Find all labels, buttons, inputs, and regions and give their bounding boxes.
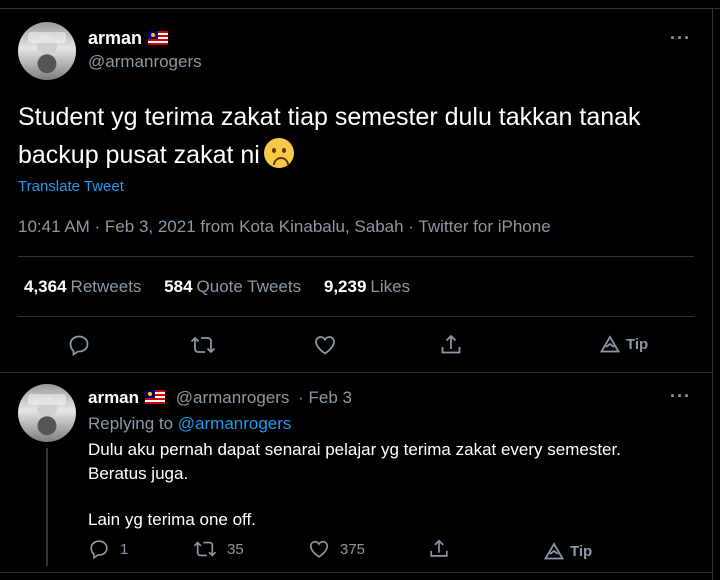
replying-to: Replying to @armanrogers [88,414,291,434]
author-name[interactable]: arman [88,28,169,49]
author-name-text[interactable]: arman [88,28,142,48]
quote-tweets-label: Quote Tweets [196,277,302,296]
reply-icon [69,335,89,357]
like-icon [315,336,335,355]
thread-line [46,448,48,566]
more-options-button[interactable]: ··· [670,28,691,49]
share-button[interactable] [439,333,463,357]
reply-more-options-button[interactable]: ··· [670,386,691,407]
retweet-icon [193,541,217,557]
top-border [0,8,720,9]
tip-button[interactable]: Tip [600,335,648,353]
reply-retweet-button[interactable]: 35 [193,538,244,560]
reply-tip-button[interactable]: Tip [544,542,592,560]
translate-tweet-link[interactable]: Translate Tweet [18,178,124,195]
reply-text: Dulu aku pernah dapat senarai pelajar yg… [88,438,698,532]
retweets-stat[interactable]: 4,364 Retweets [24,277,141,296]
reply-share-button[interactable] [428,538,460,560]
replying-label: Replying to [88,414,174,433]
like-button[interactable] [313,333,337,357]
like-icon [309,540,329,558]
divider [18,316,694,317]
reply-count: 1 [120,540,129,558]
likes-count: 9,239 [323,277,367,296]
divider [18,256,694,257]
reply-icon [90,540,108,560]
reply-line: Dulu aku pernah dapat senarai pelajar yg… [88,440,621,459]
retweet-button[interactable] [190,333,216,357]
likes-label: Likes [370,277,411,296]
tweet-text: Student yg terima zakat tiap semester du… [18,98,698,174]
reply-button[interactable] [67,333,91,357]
quote-tweets-stat[interactable]: 584 Quote Tweets [164,277,301,296]
avatar[interactable] [18,22,76,80]
reply-avatar[interactable] [18,384,76,442]
reply-line: Beratus juga. [88,464,189,483]
reply-author-name[interactable]: arman [88,388,139,407]
retweets-label: Retweets [70,277,142,296]
reply-author-row: arman @armanrogers · Feb 3 [88,388,352,408]
reply-date[interactable]: · Feb 3 [298,388,352,407]
tip-icon [600,335,620,353]
author-handle[interactable]: @armanrogers [88,52,202,72]
share-icon [441,334,461,354]
reply-author-handle[interactable]: @armanrogers [176,388,290,407]
malaysia-flag-icon [148,31,169,45]
tip-label: Tip [626,335,649,353]
share-icon [430,539,448,557]
frowning-face-icon [263,138,294,168]
tweet-stats: 4,364 Retweets 584 Quote Tweets 9,239 Likes [24,277,428,297]
retweet-icon [190,336,216,354]
bottom-border [0,572,712,573]
replying-handle-link[interactable]: @armanrogers [178,414,292,433]
tweet-meta[interactable]: 10:41 AM · Feb 3, 2021 from Kota Kinabal… [18,217,551,237]
reply-retweet-count: 35 [227,540,244,558]
retweets-count: 4,364 [24,277,67,296]
reply-like-button[interactable]: 375 [308,538,365,560]
divider [0,372,712,373]
reply-like-count: 375 [340,540,366,558]
right-border [712,8,713,580]
malaysia-flag-icon [145,390,166,404]
reply-line: Lain yg terima one off. [88,510,256,529]
likes-stat[interactable]: 9,239 Likes [324,277,410,296]
reply-reply-button[interactable]: 1 [88,538,128,560]
quote-tweets-count: 584 [164,277,193,296]
tip-icon [544,542,564,560]
reply-tip-label: Tip [570,542,593,560]
tweet-text-content: Student yg terima zakat tiap semester du… [18,103,641,169]
